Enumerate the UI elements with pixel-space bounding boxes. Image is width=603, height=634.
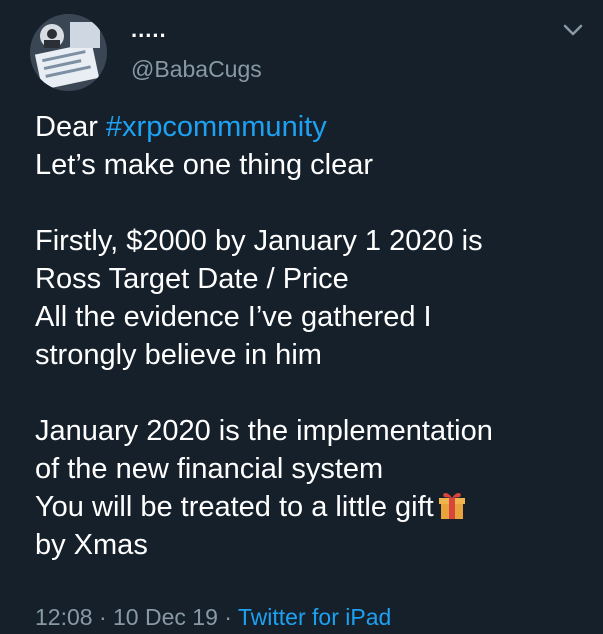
tweet-line: of the new financial system	[35, 453, 384, 485]
gift-icon	[438, 493, 465, 519]
line-break	[35, 184, 595, 222]
meta-separator: ·	[217, 604, 238, 630]
tweet-line: Let’s make one thing clear	[35, 149, 374, 181]
tweet-metadata: 12:08 · 10 Dec 19 · Twitter for iPad	[35, 604, 391, 630]
tweet-line: January 2020 is the implementation	[35, 415, 493, 447]
profile-photo-icon	[30, 14, 107, 91]
hashtag-link[interactable]: #xrpcommmunity	[106, 111, 327, 143]
tweet-line: Dear #xrpcommmunity	[35, 108, 595, 146]
tweet-line: strongly believe in him	[35, 339, 322, 371]
tweet-time[interactable]: 12:08	[35, 604, 93, 630]
tweet-line: You will be treated to a little gift	[35, 488, 595, 526]
chevron-down-icon[interactable]	[562, 22, 584, 38]
avatar[interactable]	[30, 14, 107, 91]
tweet-source-link[interactable]: Twitter for iPad	[238, 604, 391, 630]
tweet-line: by Xmas	[35, 529, 148, 561]
author-handle[interactable]: @BabaCugs	[131, 56, 262, 82]
author-display-name[interactable]: .....	[131, 18, 167, 42]
tweet-line: Ross Target Date / Price	[35, 263, 349, 295]
gift-line-text: You will be treated to a little gift	[35, 491, 434, 523]
tweet-date[interactable]: 10 Dec 19	[113, 604, 218, 630]
tweet-line: Firstly, $2000 by January 1 2020 is	[35, 225, 483, 257]
meta-separator: ·	[92, 604, 114, 630]
greeting-text: Dear	[35, 111, 106, 143]
tweet-line: All the evidence I’ve gathered I	[35, 301, 432, 333]
tweet-text: Dear #xrpcommmunity Let’s make one thing…	[35, 108, 595, 564]
line-break	[35, 374, 595, 412]
tweet-card: ..... @BabaCugs Dear #xrpcommmunity Let’…	[0, 0, 603, 634]
